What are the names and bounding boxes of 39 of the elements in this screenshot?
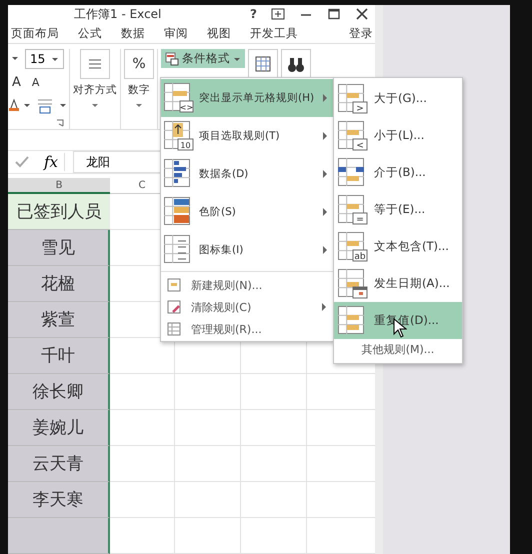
menu-item[interactable]: 发生日期(A)... — [334, 265, 462, 302]
table-cell[interactable]: 已签到人员 — [8, 194, 110, 230]
grow-font-button[interactable]: A — [8, 75, 25, 90]
table-cell[interactable]: 雪见 — [8, 230, 110, 266]
menu-item[interactable]: 清除规则(C) — [161, 296, 333, 318]
menu-item[interactable]: <> 突出显示单元格规则(H) — [161, 79, 333, 117]
menu-item[interactable]: 管理规则(R)... — [161, 318, 333, 340]
window-title: 工作簿1 - Excel — [74, 6, 162, 23]
table-cell[interactable]: 千叶 — [8, 338, 110, 374]
table-cell[interactable]: 花楹 — [8, 266, 110, 302]
menu-item[interactable]: < 小于(L)... — [334, 117, 462, 154]
ribbon-tab[interactable]: 公式 — [78, 26, 102, 42]
sign-in-link[interactable]: 登录 — [349, 26, 373, 42]
table-cell[interactable]: 姜婉儿 — [8, 410, 110, 446]
ribbon-tab[interactable]: 视图 — [207, 26, 231, 42]
menu-item[interactable]: > 大于(G)... — [334, 80, 462, 117]
menu-item[interactable]: 其他规则(M)... — [334, 339, 462, 361]
ribbon-tab[interactable]: 审阅 — [164, 26, 188, 42]
ribbon-tab[interactable]: 页面布局 — [11, 26, 59, 42]
font-size-dropdown[interactable]: 15 — [25, 49, 64, 70]
conditional-format-button[interactable]: 条件格式 — [161, 49, 245, 68]
menu-item[interactable]: ab 文本包含(T)... — [334, 228, 462, 265]
menu-item[interactable]: 色阶(S) — [161, 193, 333, 231]
ribbon-tab[interactable]: 数据 — [121, 26, 145, 42]
shrink-font-button[interactable]: A — [28, 76, 44, 90]
table-cell[interactable]: 徐长卿 — [8, 374, 110, 410]
menu-item[interactable]: 新建规则(N)... — [161, 274, 333, 296]
menu-item[interactable]: 图标集(I) — [161, 231, 333, 269]
menu-item[interactable]: = 等于(E)... — [334, 191, 462, 228]
table-cell[interactable]: 紫萱 — [8, 302, 110, 338]
menu-item[interactable]: 10 项目选取规则(T) — [161, 117, 333, 155]
menu-item[interactable]: 介于(B)... — [334, 154, 462, 191]
ribbon-tab[interactable]: 开发工具 — [250, 26, 298, 42]
alignment-button[interactable]: 对齐方式 — [73, 49, 117, 110]
insert-function-button[interactable]: fx — [38, 153, 66, 171]
table-cell[interactable]: 李天寒 — [8, 482, 110, 518]
table-cell[interactable]: 云天青 — [8, 446, 110, 482]
help-button[interactable]: ? — [250, 7, 257, 22]
column-header[interactable]: B — [8, 178, 110, 194]
